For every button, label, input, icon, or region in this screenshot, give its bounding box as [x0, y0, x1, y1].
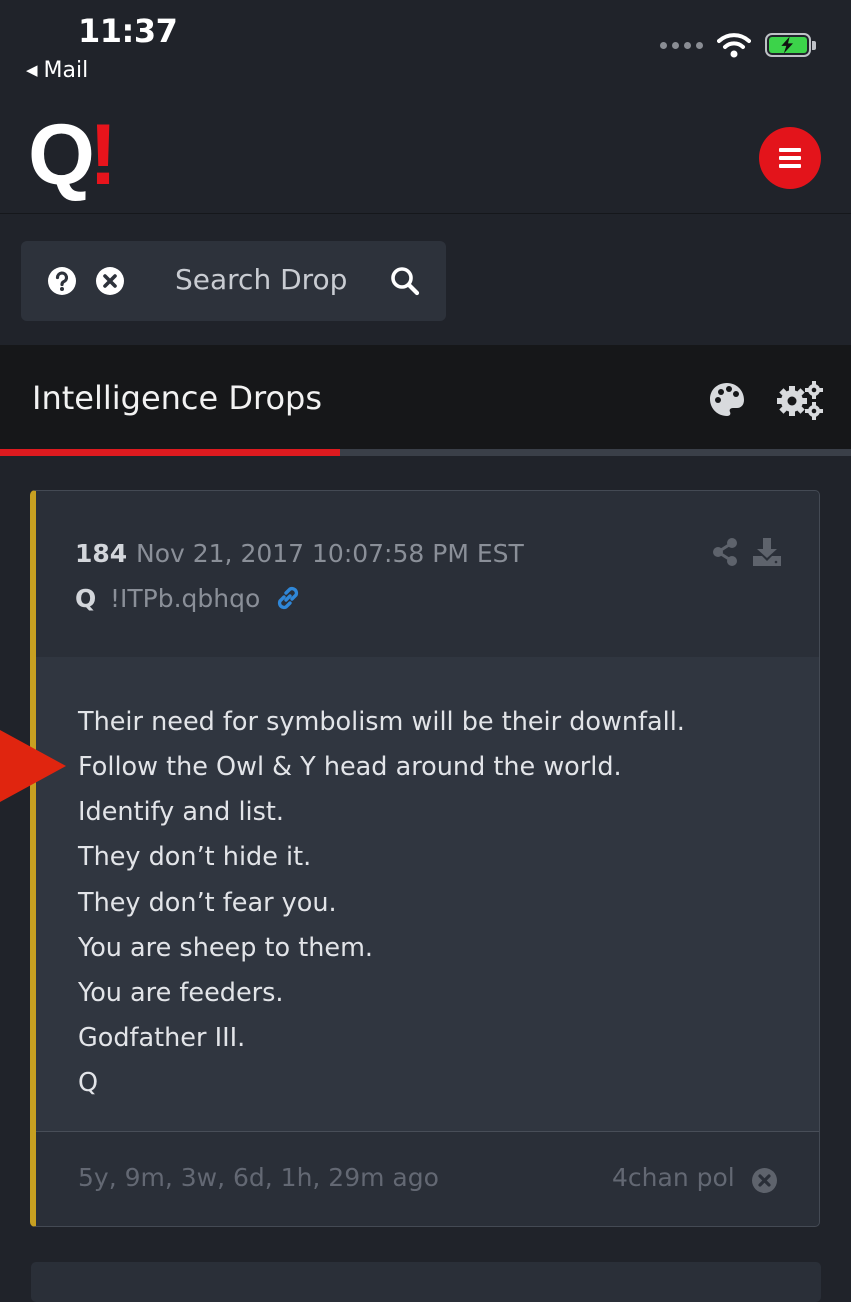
clock: 11:37 [78, 12, 178, 50]
palette-icon[interactable] [708, 381, 746, 419]
drop-line: Their need for symbolism will be their d… [78, 707, 685, 737]
search-bar: Search Drop [21, 241, 446, 321]
help-icon[interactable] [47, 266, 77, 296]
settings-gears-icon[interactable] [776, 380, 824, 420]
q-logo[interactable]: Q! [28, 112, 118, 198]
status-icons [660, 32, 816, 58]
status-bar: 11:37 ◀ Mail [0, 0, 851, 95]
drop-number: 184 [75, 539, 128, 568]
back-arrow-icon: ◀ [26, 61, 38, 79]
drop-tripcode: !ITPb.qbhqo [110, 584, 261, 613]
drop-message: Their need for symbolism will be their d… [36, 657, 819, 1132]
logo-mark: ! [88, 107, 118, 203]
share-icon[interactable] [712, 538, 738, 566]
drop-line: You are feeders. [78, 978, 284, 1008]
logo-letter: Q [28, 107, 95, 203]
progress-fill [0, 449, 341, 456]
drop-line: Follow the Owl & Y head around the world… [78, 752, 622, 782]
hamburger-menu-button[interactable] [759, 127, 821, 189]
battery-charging-icon [765, 33, 816, 57]
drop-card: 184 Nov 21, 2017 10:07:58 PM EST Q !ITPb… [30, 490, 820, 1227]
back-label: Mail [43, 58, 89, 83]
link-icon[interactable] [274, 584, 302, 612]
download-icon[interactable] [752, 537, 782, 567]
section-title: Intelligence Drops [32, 379, 323, 417]
drop-line: They don’t hide it. [78, 842, 312, 872]
drop-source: 4chan pol [612, 1163, 735, 1192]
app-header: Q! [0, 95, 851, 214]
back-to-mail-link[interactable]: ◀ Mail [26, 58, 88, 83]
search-icon[interactable] [390, 266, 420, 296]
drop-author: Q [75, 584, 97, 613]
drop-line: Godfather III. [78, 1023, 246, 1053]
red-pointer-arrow-icon [0, 730, 66, 802]
next-drop-card [31, 1262, 821, 1302]
section-progress-bar [0, 449, 851, 456]
section-header: Intelligence Drops [0, 345, 851, 449]
cellular-dots-icon [660, 41, 703, 49]
drop-line: Q [78, 1068, 99, 1098]
hamburger-menu-icon [779, 148, 801, 152]
drop-date: Nov 21, 2017 10:07:58 PM EST [136, 539, 524, 568]
drop-time-ago: 5y, 9m, 3w, 6d, 1h, 29m ago [78, 1163, 439, 1192]
drop-line: They don’t fear you. [78, 888, 337, 918]
drop-line: Identify and list. [78, 797, 285, 827]
close-icon[interactable] [751, 1167, 778, 1194]
clear-icon[interactable] [95, 266, 125, 296]
search-input[interactable]: Search Drop [175, 263, 347, 296]
wifi-icon [717, 33, 751, 58]
drop-line: You are sheep to them. [78, 933, 374, 963]
drop-header: 184 Nov 21, 2017 10:07:58 PM EST Q !ITPb… [36, 491, 819, 658]
